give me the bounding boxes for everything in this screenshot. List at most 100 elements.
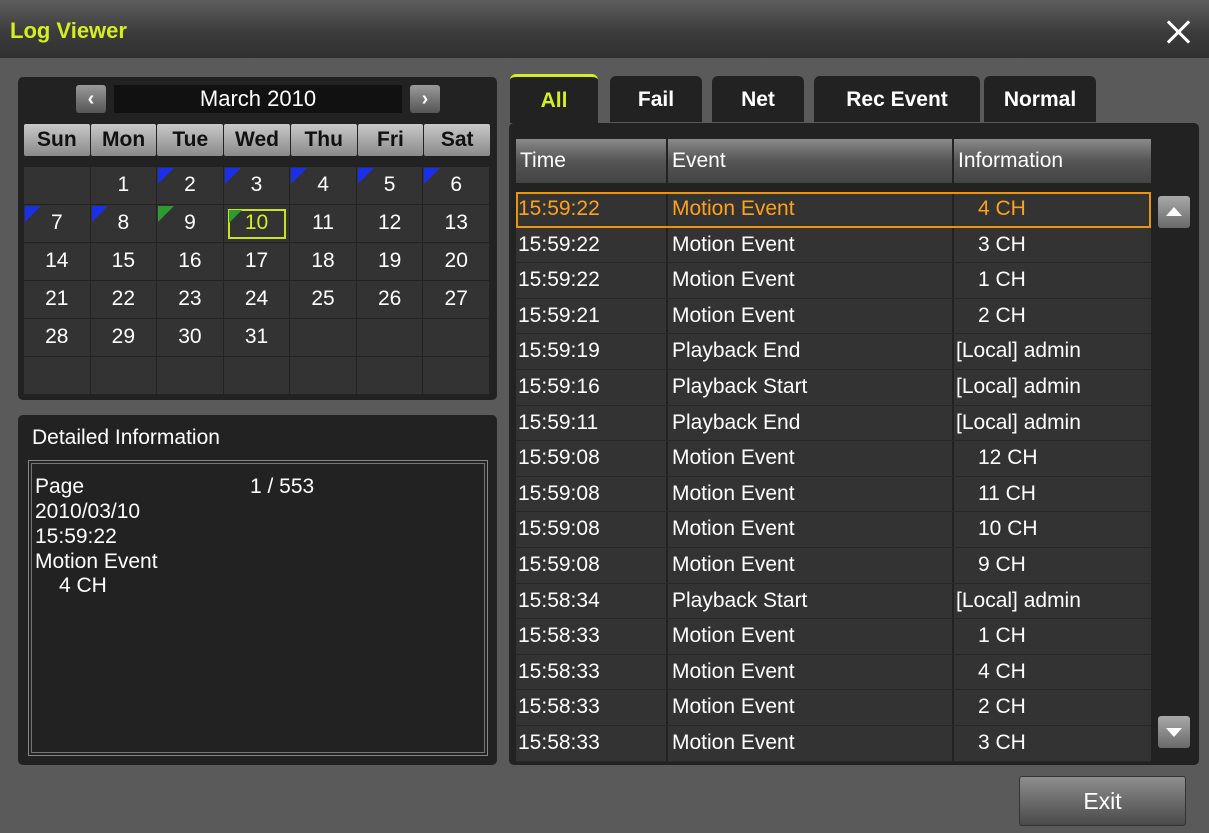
log-event-cell: Motion Event xyxy=(668,619,954,654)
table-row[interactable]: 15:59:16 Playback Start [Local] admin xyxy=(516,369,1151,406)
log-time-cell: 15:59:21 xyxy=(516,298,668,334)
log-info-cell: 4 CH xyxy=(978,197,1026,220)
day-name-sun: Sun xyxy=(24,124,90,156)
detail-event: Motion Event xyxy=(35,550,158,573)
day-name-thu: Thu xyxy=(290,124,357,156)
calendar-day-20[interactable]: 20 xyxy=(423,243,490,281)
calendar-day-21[interactable]: 21 xyxy=(24,281,91,319)
detail-time: 15:59:22 xyxy=(35,525,117,548)
calendar-day-12[interactable]: 12 xyxy=(356,205,424,243)
log-info-cell: [Local] admin xyxy=(956,410,1081,434)
window-title: Log Viewer xyxy=(10,18,127,43)
calendar-day-19[interactable]: 19 xyxy=(356,243,424,281)
table-row[interactable]: 15:59:19 Playback End [Local] admin xyxy=(516,334,1151,370)
calendar-day-8[interactable]: 8 xyxy=(90,205,158,243)
detail-page-value: 1 / 553 xyxy=(250,475,315,498)
calendar-day-3[interactable]: 3 xyxy=(223,167,291,205)
calendar-day-16[interactable]: 16 xyxy=(157,243,224,281)
column-header-time[interactable]: Time xyxy=(516,139,668,183)
calendar-day-9[interactable]: 9 xyxy=(157,205,224,243)
scroll-down-arrow-icon[interactable] xyxy=(1158,716,1190,748)
tab-normal[interactable]: Normal xyxy=(984,76,1096,122)
calendar-day-26[interactable]: 26 xyxy=(356,281,424,319)
calendar-empty-cell xyxy=(90,357,158,395)
table-row[interactable]: 15:58:33 Motion Event 4 CH xyxy=(516,654,1151,691)
log-info-cell: 11 CH xyxy=(978,481,1036,505)
calendar-day-29[interactable]: 29 xyxy=(90,319,158,357)
column-header-event[interactable]: Event xyxy=(668,139,954,183)
calendar-day-17[interactable]: 17 xyxy=(223,243,291,281)
calendar-day-2[interactable]: 2 xyxy=(157,167,224,205)
calendar-day-23[interactable]: 23 xyxy=(157,281,224,319)
table-row[interactable]: 15:59:11 Playback End [Local] admin xyxy=(516,405,1151,442)
log-time-cell: 15:59:22 xyxy=(516,227,668,263)
calendar-day-6[interactable]: 6 xyxy=(423,167,490,205)
log-event-cell: Motion Event xyxy=(668,725,954,761)
table-row[interactable]: 15:59:22 Motion Event 4 CH xyxy=(516,192,1151,228)
calendar-empty-cell xyxy=(24,167,91,205)
log-event-cell: Motion Event xyxy=(668,441,954,476)
table-row[interactable]: 15:58:33 Motion Event 3 CH xyxy=(516,725,1151,762)
close-icon[interactable] xyxy=(1163,17,1195,49)
table-row[interactable]: 15:59:08 Motion Event 12 CH xyxy=(516,441,1151,477)
scroll-up-arrow-icon[interactable] xyxy=(1158,196,1190,228)
table-row[interactable]: 15:58:33 Motion Event 1 CH xyxy=(516,619,1151,655)
log-info-cell: 3 CH xyxy=(978,730,1026,754)
table-row[interactable]: 15:59:08 Motion Event 10 CH xyxy=(516,512,1151,548)
calendar-day-13[interactable]: 13 xyxy=(423,205,490,243)
table-row[interactable]: 15:58:34 Playback Start [Local] admin xyxy=(516,583,1151,620)
calendar-day-24[interactable]: 24 xyxy=(223,281,291,319)
log-table-body: 15:59:22 Motion Event 4 CH 15:59:22 Motion E… xyxy=(516,192,1151,762)
calendar-day-31[interactable]: 31 xyxy=(223,319,291,357)
tab-rec-event[interactable]: Rec Event xyxy=(814,76,980,122)
day-name-mon: Mon xyxy=(90,124,157,156)
exit-button[interactable]: Exit xyxy=(1019,776,1186,826)
log-info-cell: 9 CH xyxy=(978,552,1026,576)
log-info-cell: [Local] admin xyxy=(956,339,1081,363)
calendar-day-27[interactable]: 27 xyxy=(423,281,490,319)
calendar-day-18[interactable]: 18 xyxy=(290,243,357,281)
chevron-left-icon[interactable]: ‹ xyxy=(76,85,106,113)
calendar-grid: 1 2 3 4 5 6 7 8 9 10 11 12 13 14 15 16 17 18 19 20 21 22 23 24 2… xyxy=(24,167,490,395)
calendar-day-30[interactable]: 30 xyxy=(157,319,224,357)
column-header-information[interactable]: Information xyxy=(954,139,1151,183)
log-viewer-window: Log Viewer ‹ March 2010 › Sun Mon Tue Wed Th… xyxy=(0,0,1209,833)
calendar-empty-cell xyxy=(356,357,424,395)
tab-fail[interactable]: Fail xyxy=(610,76,702,122)
chevron-right-icon[interactable]: › xyxy=(410,85,440,113)
calendar-day-4[interactable]: 4 xyxy=(290,167,357,205)
table-row[interactable]: 15:59:22 Motion Event 1 CH xyxy=(516,263,1151,299)
tab-all[interactable]: All xyxy=(510,74,598,123)
calendar-empty-cell xyxy=(157,357,224,395)
log-info-cell: 1 CH xyxy=(978,624,1026,648)
table-row[interactable]: 15:59:21 Motion Event 2 CH xyxy=(516,298,1151,335)
log-event-cell: Playback Start xyxy=(668,583,954,619)
log-event-cell: Motion Event xyxy=(668,298,954,334)
log-time-cell: 15:59:22 xyxy=(516,263,668,298)
detail-box: Page 1 / 553 2010/03/10 15:59:22 Motion … xyxy=(28,460,488,756)
calendar-day-5[interactable]: 5 xyxy=(356,167,424,205)
calendar-day-11[interactable]: 11 xyxy=(290,205,357,243)
calendar-day-22[interactable]: 22 xyxy=(90,281,158,319)
calendar-day-28[interactable]: 28 xyxy=(24,319,91,357)
log-time-cell: 15:59:16 xyxy=(516,369,668,405)
calendar-day-15[interactable]: 15 xyxy=(90,243,158,281)
calendar-day-7[interactable]: 7 xyxy=(24,205,91,243)
calendar-day-1[interactable]: 1 xyxy=(90,167,158,205)
log-time-cell: 15:59:11 xyxy=(516,405,668,441)
log-time-cell: 15:58:33 xyxy=(516,619,668,654)
log-time-cell: 15:58:33 xyxy=(516,654,668,690)
table-row[interactable]: 15:59:08 Motion Event 11 CH xyxy=(516,476,1151,513)
calendar-day-10[interactable]: 10 xyxy=(223,205,291,243)
table-row[interactable]: 15:58:33 Motion Event 2 CH xyxy=(516,690,1151,726)
table-row[interactable]: 15:59:22 Motion Event 3 CH xyxy=(516,227,1151,264)
calendar-day-25[interactable]: 25 xyxy=(290,281,357,319)
tab-net[interactable]: Net xyxy=(712,76,804,122)
calendar-day-header: Sun Mon Tue Wed Thu Fri Sat xyxy=(24,124,491,156)
calendar-day-14[interactable]: 14 xyxy=(24,243,91,281)
detail-page-label: Page xyxy=(35,475,85,498)
table-row[interactable]: 15:59:08 Motion Event 9 CH xyxy=(516,547,1151,584)
log-scrollbar[interactable] xyxy=(1157,192,1193,754)
log-time-cell: 15:59:08 xyxy=(516,441,668,476)
detail-title: Detailed Information xyxy=(32,426,220,449)
